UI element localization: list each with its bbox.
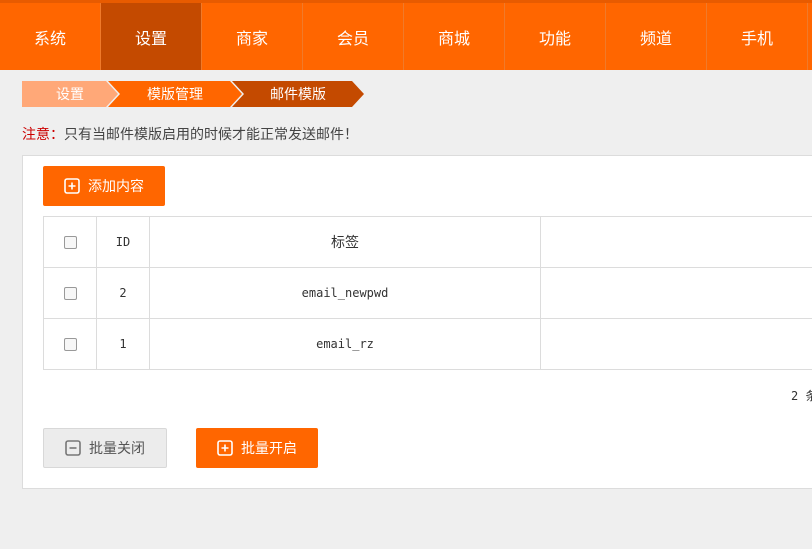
row-tag: email_rz [149,318,541,370]
table-row: 2 email_newpwd [43,267,812,319]
breadcrumb-label: 模版管理 [147,87,203,103]
nav-item-channel[interactable]: 频道 [606,3,707,70]
nav-item-mall[interactable]: 商城 [404,3,505,70]
nav-item-merchant[interactable]: 商家 [202,3,303,70]
select-all-cell [43,216,97,268]
row-checkbox[interactable] [63,287,77,300]
batch-open-button[interactable]: 批量开启 [196,428,318,468]
nav-item-function[interactable]: 功能 [505,3,606,70]
breadcrumb-label: 邮件模版 [270,87,326,103]
select-all-checkbox[interactable] [63,236,77,249]
batch-close-button[interactable]: 批量关闭 [43,428,167,468]
batch-open-label: 批量开启 [241,441,297,457]
minus-square-icon [65,440,81,456]
nav-item-mobile[interactable]: 手机 [707,3,808,70]
row-select-cell [43,318,97,370]
row-extra [540,318,812,370]
breadcrumb-item-template-manage[interactable]: 模版管理 [108,81,242,107]
nav-item-settings[interactable]: 设置 [101,3,202,70]
row-id: 2 [96,267,150,319]
nav-item-member[interactable]: 会员 [303,3,404,70]
add-content-button[interactable]: 添加内容 [43,166,165,206]
extra-column-header [540,216,812,268]
plus-square-icon [217,440,233,456]
row-checkbox[interactable] [63,338,77,351]
breadcrumb-label: 设置 [56,87,84,103]
breadcrumb-item-mail-template[interactable]: 邮件模版 [232,81,364,107]
notice: 注意：只有当邮件模版启用的时候才能正常发送邮件！ [22,124,358,144]
row-id: 1 [96,318,150,370]
breadcrumb-item-settings[interactable]: 设置 [22,81,118,107]
top-nav: 系统 设置 商家 会员 商城 功能 频道 手机 [0,0,812,70]
record-count: 2 条 [791,389,812,403]
table-row: 1 email_rz [43,318,812,370]
table-header-row: ID 标签 [43,216,812,268]
template-table: ID 标签 2 email_newpwd 1 email_rz [43,216,812,370]
tag-column-header: 标签 [149,216,541,268]
batch-close-label: 批量关闭 [89,441,145,457]
plus-square-icon [64,178,80,194]
row-extra [540,267,812,319]
row-tag: email_newpwd [149,267,541,319]
id-column-header: ID [96,216,150,268]
notice-label: 注意： [22,127,64,143]
add-content-label: 添加内容 [88,179,144,195]
content-panel: 添加内容 ID 标签 2 email_newpwd 1 email_rz 2 条… [22,155,812,489]
nav-item-system[interactable]: 系统 [0,3,101,70]
row-select-cell [43,267,97,319]
notice-text: 只有当邮件模版启用的时候才能正常发送邮件！ [64,127,358,143]
